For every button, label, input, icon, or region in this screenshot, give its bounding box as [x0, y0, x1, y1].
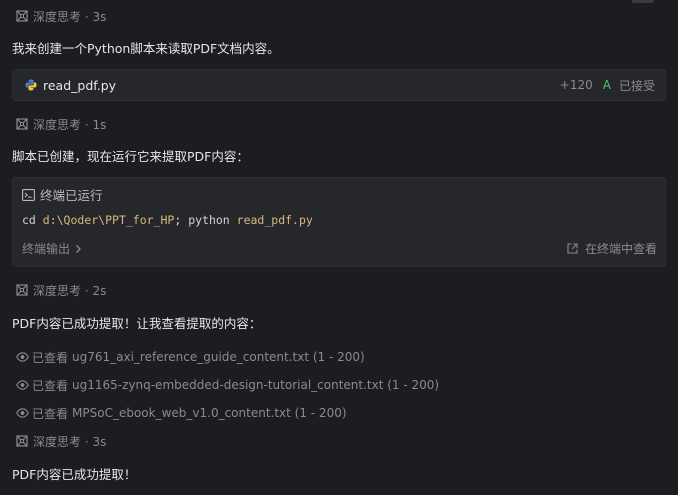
- eye-icon: [16, 352, 29, 362]
- assistant-message: 我来创建一个Python脚本来读取PDF文档内容。: [12, 41, 280, 56]
- thinking-label: 深度思考 · 1s: [33, 117, 107, 132]
- thinking-indicator[interactable]: 深度思考 · 2s: [16, 281, 106, 299]
- terminal-title: 终端已运行: [40, 188, 103, 203]
- thinking-indicator[interactable]: 深度思考 · 3s: [16, 7, 106, 25]
- terminal-run-card: 终端已运行 cd d:\Qoder\PPT_for_HP; python rea…: [12, 177, 666, 267]
- viewed-prefix: 已查看: [32, 350, 69, 365]
- file-name: read_pdf.py: [43, 77, 117, 93]
- python-file-icon: [25, 79, 37, 91]
- chevron-right-icon: [74, 244, 82, 254]
- viewed-file-name[interactable]: MPSoC_ebook_web_v1.0_content.txt (1 - 20…: [72, 406, 347, 420]
- assistant-message: PDF内容已成功提取！让我查看提取的内容：: [12, 316, 262, 331]
- terminal-header: 终端已运行: [22, 185, 103, 204]
- accepted-label: 已接受: [618, 78, 655, 93]
- scrollbar-thumb[interactable]: [632, 0, 654, 3]
- file-change-card[interactable]: read_pdf.py +120 A 已接受: [12, 69, 666, 101]
- viewed-prefix: 已查看: [32, 406, 69, 421]
- eye-icon: [16, 380, 29, 390]
- terminal-command: cd d:\Qoder\PPT_for_HP; python read_pdf.…: [22, 213, 313, 227]
- thinking-icon: [16, 118, 28, 130]
- thinking-indicator[interactable]: 深度思考 · 3s: [16, 432, 106, 450]
- thinking-icon: [16, 10, 28, 22]
- assistant-message: 脚本已创建，现在运行它来提取PDF内容：: [12, 149, 249, 164]
- file-status-badge: A: [602, 78, 611, 92]
- viewed-file-name[interactable]: ug761_axi_reference_guide_content.txt (1…: [72, 350, 365, 364]
- terminal-output-label: 终端输出: [22, 242, 71, 256]
- thinking-label: 深度思考 · 3s: [33, 434, 107, 449]
- thinking-label: 深度思考 · 3s: [33, 9, 107, 24]
- command-path: d:\Qoder\PPT_for_HP: [42, 213, 175, 227]
- view-in-terminal-label: 在终端中查看: [584, 242, 657, 256]
- terminal-output-toggle[interactable]: 终端输出: [22, 240, 82, 257]
- viewed-file-item[interactable]: 已查看 ug1165-zynq-embedded-design-tutorial…: [16, 376, 439, 394]
- viewed-file-item[interactable]: 已查看 ug761_axi_reference_guide_content.tx…: [16, 348, 365, 366]
- thinking-icon: [16, 284, 28, 296]
- eye-icon: [16, 408, 29, 418]
- viewed-file-name[interactable]: ug1165-zynq-embedded-design-tutorial_con…: [72, 378, 439, 392]
- thinking-icon: [16, 435, 28, 447]
- command-argument: read_pdf.py: [236, 213, 313, 227]
- open-external-icon: [567, 243, 578, 254]
- terminal-icon: [22, 188, 35, 201]
- command-separator: ; python: [174, 213, 237, 227]
- view-in-terminal-button[interactable]: 在终端中查看: [567, 240, 657, 257]
- viewed-prefix: 已查看: [32, 378, 69, 393]
- thinking-label: 深度思考 · 2s: [33, 283, 107, 298]
- command-keyword: cd: [22, 213, 43, 227]
- thinking-indicator[interactable]: 深度思考 · 1s: [16, 115, 106, 133]
- assistant-message: PDF内容已成功提取！: [12, 467, 137, 482]
- added-lines-count: +120: [559, 78, 593, 92]
- viewed-file-item[interactable]: 已查看 MPSoC_ebook_web_v1.0_content.txt (1 …: [16, 404, 347, 422]
